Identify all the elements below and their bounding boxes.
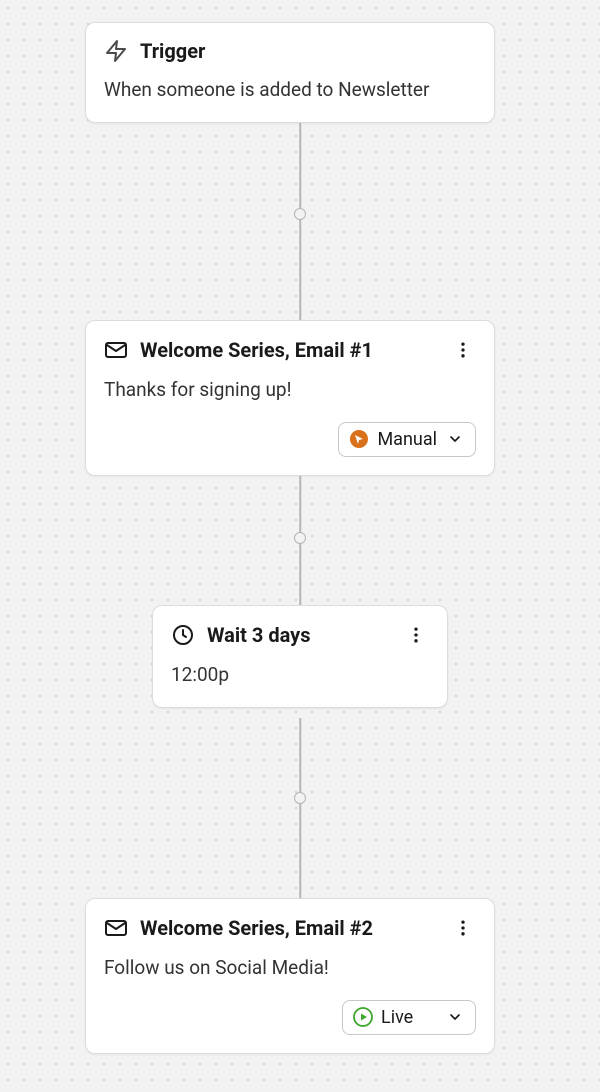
workflow-canvas[interactable]: Trigger When someone is added to Newslet… <box>0 0 600 1092</box>
play-icon <box>353 1007 373 1027</box>
connector-dot <box>294 532 306 544</box>
lightning-icon <box>104 39 128 63</box>
chevron-down-icon <box>447 431 463 447</box>
wait-time: 12:00p <box>171 662 429 689</box>
connector-line <box>299 718 301 908</box>
status-label: Live <box>381 1007 413 1028</box>
connector-dot <box>294 208 306 220</box>
email-title: Welcome Series, Email #2 <box>140 916 438 940</box>
status-dropdown-live[interactable]: Live <box>342 1000 476 1035</box>
status-label: Manual <box>377 429 437 450</box>
email-card-2[interactable]: Welcome Series, Email #2 Follow us on So… <box>85 898 495 1054</box>
wait-card[interactable]: Wait 3 days 12:00p <box>152 605 448 708</box>
email-subject: Follow us on Social Media! <box>104 955 476 982</box>
clock-icon <box>171 623 195 647</box>
mail-icon <box>104 338 128 362</box>
mail-icon <box>104 916 128 940</box>
status-dropdown-manual[interactable]: Manual <box>338 422 476 457</box>
email-title: Welcome Series, Email #1 <box>140 338 438 362</box>
connector-dot <box>294 792 306 804</box>
more-button[interactable] <box>450 915 476 941</box>
email-subject: Thanks for signing up! <box>104 377 476 404</box>
more-button[interactable] <box>450 337 476 363</box>
more-button[interactable] <box>403 622 429 648</box>
trigger-title: Trigger <box>140 39 476 63</box>
cursor-icon <box>349 429 369 449</box>
connector-line <box>299 122 301 322</box>
trigger-description: When someone is added to Newsletter <box>104 77 476 104</box>
trigger-card[interactable]: Trigger When someone is added to Newslet… <box>85 22 495 123</box>
wait-title: Wait 3 days <box>207 623 391 647</box>
chevron-down-icon <box>447 1009 463 1025</box>
email-card-1[interactable]: Welcome Series, Email #1 Thanks for sign… <box>85 320 495 476</box>
